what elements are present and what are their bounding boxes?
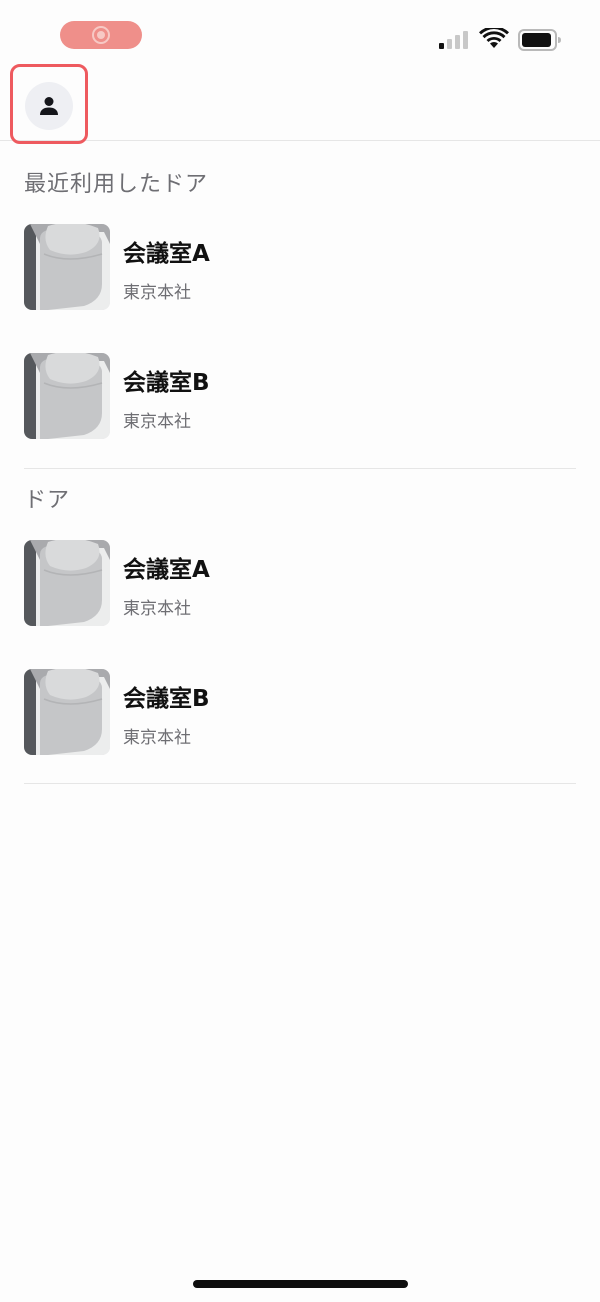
door-lock-thumbnail — [24, 224, 110, 310]
door-location: 東京本社 — [123, 728, 191, 748]
door-name: 会議室A — [123, 557, 210, 583]
person-icon — [40, 97, 58, 115]
avatar — [25, 82, 73, 130]
door-location: 東京本社 — [123, 599, 191, 619]
battery-icon — [518, 29, 561, 51]
door-location: 東京本社 — [123, 283, 191, 303]
cellular-signal-icon — [439, 31, 468, 49]
app-screen: 最近利用したドア 会議室A 東京本社 会議室B 東京本社 ドア 会議室A 東京本… — [0, 0, 600, 1302]
door-item[interactable]: 会議室B 東京本社 — [24, 669, 576, 757]
top-header — [0, 60, 600, 144]
recent-door-item[interactable]: 会議室B 東京本社 — [24, 353, 576, 441]
recent-door-item[interactable]: 会議室A 東京本社 — [24, 224, 576, 312]
status-bar — [0, 0, 600, 60]
section-divider — [24, 468, 576, 469]
door-name: 会議室A — [123, 241, 210, 267]
door-name: 会議室B — [123, 686, 210, 712]
section-divider — [24, 783, 576, 784]
door-name: 会議室B — [123, 370, 210, 396]
section-title-doors: ドア — [24, 488, 71, 513]
door-item[interactable]: 会議室A 東京本社 — [24, 540, 576, 628]
door-lock-thumbnail — [24, 540, 110, 626]
home-indicator[interactable] — [193, 1280, 408, 1288]
screen-recording-icon[interactable] — [60, 21, 142, 49]
door-lock-thumbnail — [24, 353, 110, 439]
wifi-icon — [479, 28, 509, 48]
door-lock-thumbnail — [24, 669, 110, 755]
section-title-recent: 最近利用したドア — [24, 172, 209, 197]
door-location: 東京本社 — [123, 412, 191, 432]
profile-button[interactable] — [10, 64, 88, 144]
